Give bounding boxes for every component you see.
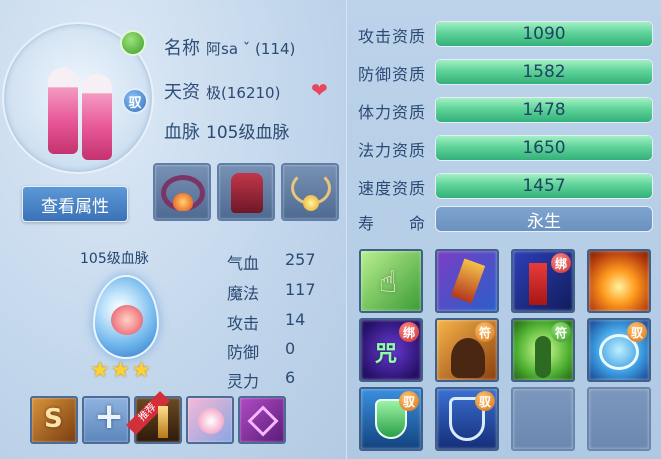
aptitude-defense-value: 1582 <box>522 62 566 82</box>
bind-tag: 绑 <box>551 253 571 273</box>
spirit-icon <box>198 408 224 434</box>
stat-spirit-label: 灵力 <box>227 372 260 391</box>
pet-figure-left <box>48 68 78 154</box>
tame-tag: 驭 <box>627 322 647 342</box>
bound-scroll-icon <box>529 263 547 305</box>
aptitude-attack-label: 攻击资质 <box>358 27 427 46</box>
pet-aptitude-label: 天资 <box>164 82 200 103</box>
bloodline-title: 105级血脉 <box>80 251 149 267</box>
view-attributes-button[interactable]: 查看属性 <box>22 186 128 222</box>
name-edit-icon[interactable] <box>120 30 146 56</box>
aptitude-defense-label: 防御资质 <box>358 65 427 84</box>
stat-spirit-value: 6 <box>285 368 296 387</box>
slot-add-button[interactable]: + <box>82 396 130 444</box>
aptitude-stamina-value: 1478 <box>522 100 566 120</box>
stat-attack-label: 攻击 <box>227 314 260 333</box>
aptitude-magic-bar: 1650 <box>435 135 653 161</box>
lifespan-label: 寿 命 <box>358 214 427 233</box>
slot-dragon-skill[interactable]: S <box>30 396 78 444</box>
skill-slot-empty-2[interactable] <box>587 387 651 451</box>
rune-diamond-icon <box>247 405 279 437</box>
stat-mp-label: 魔法 <box>227 284 260 303</box>
pet-figure-right <box>82 74 112 160</box>
tame-tag: 驭 <box>399 391 419 411</box>
talisman-tag: 符 <box>551 322 571 342</box>
skill-slot-3[interactable]: 绑 <box>511 249 575 313</box>
cat-icon <box>451 338 485 378</box>
tame-badge-icon: 驭 <box>122 88 148 114</box>
figure-icon <box>535 336 551 378</box>
pet-aptitude-value: 极(16210) <box>206 84 281 102</box>
equip-slot-collar[interactable] <box>153 163 211 221</box>
skill-slot-10[interactable]: 驭 <box>435 387 499 451</box>
pet-name-row: 名称 阿sa ˇ (114) <box>164 34 295 60</box>
skill-slot-5[interactable]: 咒 绑 <box>359 318 423 382</box>
aptitude-speed-bar: 1457 <box>435 173 653 199</box>
bind-tag: 绑 <box>399 322 419 342</box>
slot-rune-skill[interactable] <box>238 396 286 444</box>
slot-spirit-skill[interactable] <box>186 396 234 444</box>
skill-slot-9[interactable]: 驭 <box>359 387 423 451</box>
skill-slot-empty-1[interactable] <box>511 387 575 451</box>
favorite-heart-icon[interactable]: ❤ <box>311 78 328 102</box>
aptitude-speed-value: 1457 <box>522 176 566 196</box>
talisman-icon <box>450 258 486 304</box>
aptitude-stamina-bar: 1478 <box>435 97 653 123</box>
equip-slot-armor[interactable] <box>217 163 275 221</box>
skill-slot-2[interactable] <box>435 249 499 313</box>
aptitude-magic-value: 1650 <box>522 138 566 158</box>
curse-icon: 咒 <box>375 342 398 367</box>
stat-hp-value: 257 <box>285 250 316 269</box>
aptitude-defense-bar: 1582 <box>435 59 653 85</box>
pet-bloodline-row: 血脉 105级血脉 <box>164 118 289 144</box>
aptitude-stamina-label: 体力资质 <box>358 103 427 122</box>
skill-slot-8[interactable]: 驭 <box>587 318 651 382</box>
spear-icon <box>158 406 168 438</box>
equip-slot-necklace[interactable] <box>281 163 339 221</box>
pet-aptitude-row: 天资 极(16210) <box>164 78 280 104</box>
lifespan-value: 永生 <box>435 206 653 232</box>
stat-hp-label: 气血 <box>227 254 260 273</box>
skill-slot-4[interactable] <box>587 249 651 313</box>
stat-defense-label: 防御 <box>227 343 260 362</box>
stat-attack-value: 14 <box>285 310 306 329</box>
skill-slot-7[interactable]: 符 <box>511 318 575 382</box>
pet-bloodline-label: 血脉 <box>164 122 200 143</box>
pet-bloodline-value: 105级血脉 <box>206 123 290 143</box>
aptitude-magic-label: 法力资质 <box>358 141 427 160</box>
slot-recommended-skill[interactable]: 推荐 <box>126 391 182 444</box>
stat-defense-value: 0 <box>285 339 296 358</box>
pet-name-label: 名称 <box>164 38 200 59</box>
plus-icon: + <box>94 396 125 437</box>
aptitude-speed-label: 速度资质 <box>358 179 427 198</box>
talisman-tag: 符 <box>475 322 495 342</box>
dragon-icon: S <box>44 404 63 434</box>
armor-icon <box>231 173 263 213</box>
skill-slot-1[interactable]: ☝ <box>359 249 423 313</box>
bloodline-stars: ★★★ <box>90 358 153 383</box>
hand-icon: ☝ <box>379 265 398 300</box>
stat-mp-value: 117 <box>285 280 316 299</box>
aptitude-attack-value: 1090 <box>522 24 566 44</box>
pet-name-value: 阿sa ˇ (114) <box>206 40 296 58</box>
tame-tag: 驭 <box>475 391 495 411</box>
aptitude-attack-bar: 1090 <box>435 21 653 47</box>
skill-slot-6[interactable]: 符 <box>435 318 499 382</box>
